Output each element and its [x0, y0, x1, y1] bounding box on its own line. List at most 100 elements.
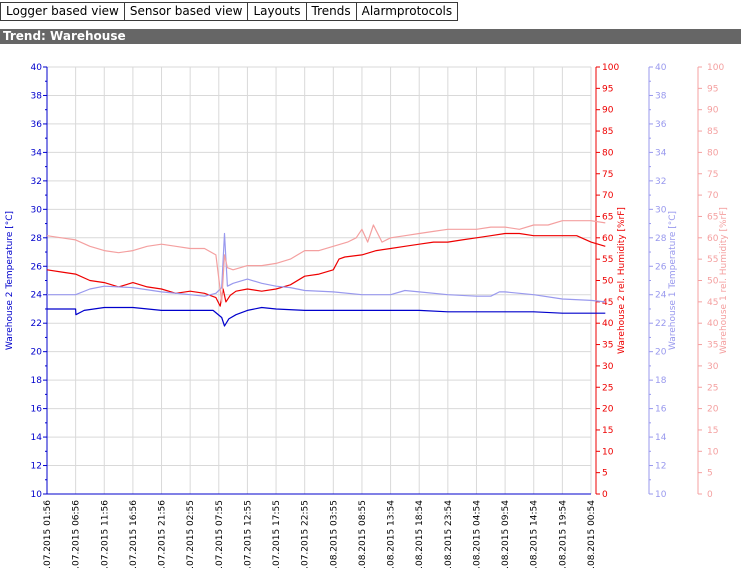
- tab-alarmprotocols[interactable]: Alarmprotocols: [355, 2, 459, 21]
- page-title: Trend: Warehouse: [0, 29, 741, 44]
- h1-tick-label: 45: [707, 298, 718, 308]
- h2-tick-label: 45: [602, 298, 613, 308]
- h1-tick-label: 70: [707, 191, 719, 201]
- trend-chart: 10121416182022242628303234363840Warehous…: [5, 63, 729, 569]
- x-tick-label: 02.08.2015 04:54: [472, 500, 482, 569]
- h1-tick-label: 95: [707, 84, 718, 94]
- tab-layouts[interactable]: Layouts: [247, 2, 307, 21]
- t2-axis-title: Warehouse 2 Temperature [°C]: [5, 211, 15, 350]
- h2-tick-label: 10: [602, 447, 614, 457]
- h2-axis-title: Warehouse 2 rel. Humidity [%rF]: [617, 207, 627, 354]
- h2-tick-label: 85: [602, 127, 613, 137]
- x-tick-label: 30.07.2015 01:56: [43, 500, 53, 569]
- t1-tick-label: 22: [655, 319, 666, 329]
- h1-tick-label: 60: [707, 234, 719, 244]
- h2-tick-label: 80: [602, 148, 614, 158]
- h1-tick-label: 100: [707, 63, 724, 73]
- t2-tick-label: 40: [31, 63, 43, 73]
- series-line-h1: [46, 220, 606, 303]
- t2-tick-label: 16: [31, 405, 43, 415]
- t2-tick-label: 28: [31, 234, 43, 244]
- t2-tick-label: 14: [31, 433, 43, 443]
- h1-tick-label: 10: [707, 447, 719, 457]
- series-line-t1: [47, 232, 606, 303]
- h2-tick-label: 65: [602, 212, 613, 222]
- x-tick-label: 02.08.2015 19:54: [558, 500, 568, 569]
- t2-tick-label: 36: [31, 120, 43, 130]
- t1-tick-label: 38: [655, 91, 667, 101]
- h1-tick-label: 80: [707, 148, 719, 158]
- h2-tick-label: 60: [602, 234, 614, 244]
- t1-tick-label: 24: [655, 291, 667, 301]
- x-tick-label: 01.08.2015 18:54: [415, 500, 425, 569]
- t1-tick-label: 32: [655, 177, 666, 187]
- t1-tick-label: 36: [655, 120, 667, 130]
- x-tick-label: 31.07.2015 22:55: [301, 500, 311, 569]
- h1-tick-label: 65: [707, 212, 718, 222]
- t1-tick-label: 30: [655, 205, 667, 215]
- t2-tick-label: 10: [31, 490, 43, 500]
- h1-tick-label: 30: [707, 362, 719, 372]
- h1-tick-label: 20: [707, 405, 719, 415]
- x-tick-label: 01.08.2015 03:55: [329, 500, 339, 569]
- x-tick-label: 31.07.2015 02:55: [186, 500, 196, 569]
- tab-sensor-based-view[interactable]: Sensor based view: [123, 2, 249, 21]
- h2-tick-label: 20: [602, 405, 614, 415]
- t1-tick-label: 14: [655, 433, 667, 443]
- tab-logger-based-view[interactable]: Logger based view: [0, 2, 125, 21]
- t2-tick-label: 38: [31, 91, 43, 101]
- t2-tick-label: 30: [31, 205, 43, 215]
- t1-axis-title: Warehouse 1 Temperature [°C]: [668, 211, 678, 350]
- h2-tick-label: 75: [602, 170, 613, 180]
- h1-axis-title: Warehouse 1 rel. Humidity [%rF]: [719, 207, 729, 354]
- x-tick-label: 30.07.2015 16:56: [129, 500, 139, 569]
- h1-tick-label: 90: [707, 106, 719, 116]
- t1-tick-label: 16: [655, 405, 667, 415]
- x-tick-label: 03.08.2015 00:54: [587, 500, 597, 569]
- h2-tick-label: 95: [602, 84, 613, 94]
- t2-tick-label: 12: [31, 462, 42, 472]
- t2-tick-label: 24: [31, 291, 43, 301]
- t1-tick-label: 12: [655, 462, 666, 472]
- t1-tick-label: 40: [655, 63, 667, 73]
- h1-tick-label: 35: [707, 341, 718, 351]
- h1-tick-label: 50: [707, 277, 719, 287]
- h1-tick-label: 5: [707, 469, 713, 479]
- tab-trends[interactable]: Trends: [305, 2, 357, 21]
- h2-tick-label: 40: [602, 319, 614, 329]
- h1-tick-label: 75: [707, 170, 718, 180]
- t1-tick-label: 10: [655, 490, 667, 500]
- t1-tick-label: 34: [655, 148, 667, 158]
- h2-tick-label: 50: [602, 277, 614, 287]
- t2-tick-label: 34: [31, 148, 43, 158]
- t2-tick-label: 20: [31, 348, 43, 358]
- x-tick-label: 30.07.2015 06:56: [72, 500, 82, 569]
- h1-tick-label: 85: [707, 127, 718, 137]
- t1-tick-label: 26: [655, 262, 667, 272]
- t1-tick-label: 28: [655, 234, 667, 244]
- x-tick-label: 01.08.2015 13:54: [387, 500, 397, 569]
- x-tick-label: 02.08.2015 09:54: [501, 500, 511, 569]
- t2-tick-label: 32: [31, 177, 42, 187]
- h2-tick-label: 70: [602, 191, 614, 201]
- h2-tick-label: 55: [602, 255, 613, 265]
- t2-tick-label: 22: [31, 319, 42, 329]
- t1-tick-label: 18: [655, 376, 667, 386]
- x-tick-label: 31.07.2015 17:55: [272, 500, 282, 569]
- h1-tick-label: 15: [707, 426, 718, 436]
- h2-tick-label: 35: [602, 341, 613, 351]
- t2-tick-label: 18: [31, 376, 43, 386]
- t2-tick-label: 26: [31, 262, 43, 272]
- h2-tick-label: 100: [602, 63, 619, 73]
- x-tick-label: 30.07.2015 11:56: [100, 500, 110, 569]
- t1-tick-label: 20: [655, 348, 667, 358]
- nav-tabs: Logger based view Sensor based view Layo…: [0, 2, 459, 21]
- x-tick-label: 01.08.2015 08:55: [358, 500, 368, 569]
- h2-tick-label: 30: [602, 362, 614, 372]
- h2-tick-label: 5: [602, 469, 608, 479]
- x-tick-label: 02.08.2015 14:54: [530, 500, 540, 569]
- h2-tick-label: 90: [602, 106, 614, 116]
- x-tick-label: 01.08.2015 23:54: [444, 500, 454, 569]
- h1-tick-label: 0: [707, 490, 713, 500]
- h2-tick-label: 25: [602, 383, 613, 393]
